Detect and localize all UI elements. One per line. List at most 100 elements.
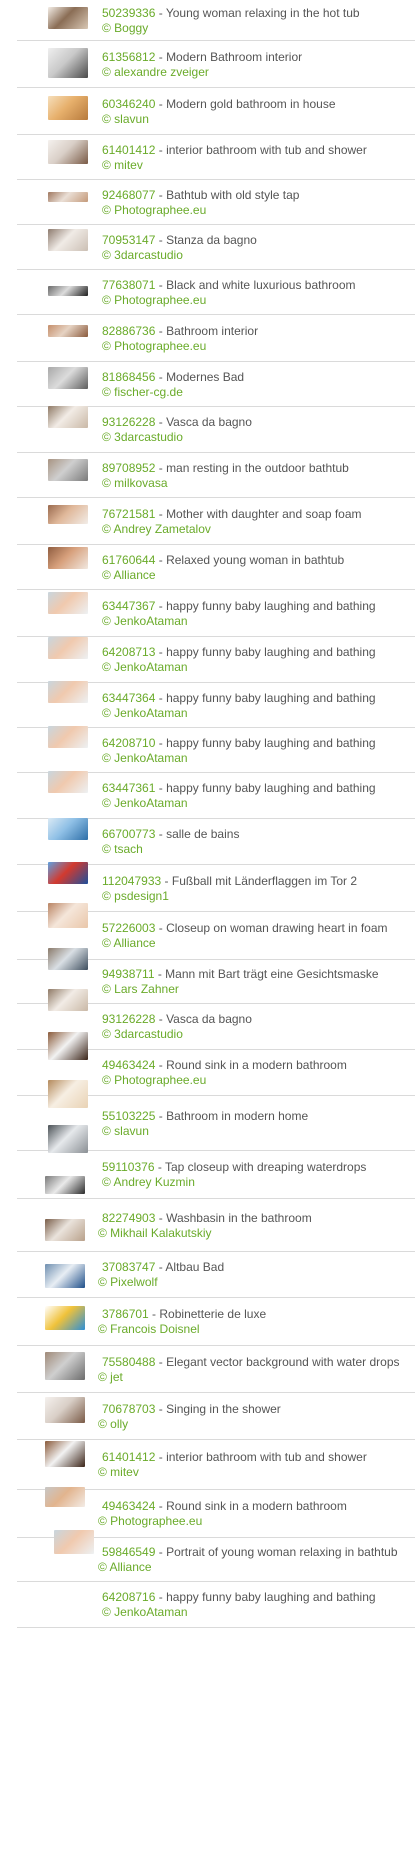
round-sink-thumbnail[interactable] bbox=[48, 1032, 88, 1060]
image-credit[interactable]: © fischer-cg.de bbox=[102, 385, 407, 400]
image-credit[interactable]: © mitev bbox=[98, 1465, 407, 1480]
result-title-line[interactable]: 50239336 - Young woman relaxing in the h… bbox=[102, 6, 407, 21]
image-id[interactable]: 81868456 bbox=[102, 370, 155, 384]
image-credit[interactable]: © Mikhail Kalakutskiy bbox=[98, 1226, 407, 1241]
result-title-line[interactable]: 112047933 - Fußball mit Länderflaggen im… bbox=[102, 874, 407, 889]
image-title[interactable]: Robinetterie de luxe bbox=[159, 1307, 266, 1321]
image-title[interactable]: Bathroom in modern home bbox=[166, 1109, 308, 1123]
image-title[interactable]: happy funny baby laughing and bathing bbox=[166, 645, 376, 659]
result-item[interactable]: 63447361 - happy funny baby laughing and… bbox=[17, 771, 415, 819]
image-credit[interactable]: © JenkoAtaman bbox=[102, 660, 407, 675]
result-title-line[interactable]: 55103225 - Bathroom in modern home bbox=[102, 1109, 407, 1124]
image-title[interactable]: Portrait of young woman relaxing in bath… bbox=[166, 1545, 397, 1559]
image-title[interactable]: Stanza da bagno bbox=[166, 233, 257, 247]
result-title-line[interactable]: 49463424 - Round sink in a modern bathro… bbox=[102, 1058, 407, 1073]
tap-closeup-thumbnail[interactable] bbox=[48, 1125, 88, 1153]
result-title-line[interactable]: 59110376 - Tap closeup with dreaping wat… bbox=[102, 1160, 407, 1175]
result-item[interactable]: 82886736 - Bathroom interior © Photograph… bbox=[17, 315, 415, 362]
image-id[interactable]: 63447361 bbox=[102, 781, 155, 795]
salle-de-bains-thumbnail[interactable] bbox=[48, 818, 88, 840]
image-title[interactable]: salle de bains bbox=[166, 827, 239, 841]
result-title-line[interactable]: 61401412 - interior bathroom with tub an… bbox=[102, 1450, 407, 1465]
image-id[interactable]: 92468077 bbox=[102, 188, 155, 202]
washbasin-thumbnail[interactable] bbox=[45, 1176, 85, 1194]
result-item[interactable]: 64208713 - happy funny baby laughing and… bbox=[17, 637, 415, 683]
image-credit[interactable]: © mitev bbox=[102, 158, 407, 173]
image-credit[interactable]: © Photographee.eu bbox=[102, 1073, 407, 1088]
gold-bathroom-thumbnail[interactable] bbox=[48, 96, 88, 120]
image-id[interactable]: 61401412 bbox=[102, 1450, 155, 1464]
bathroom-tub-shower-thumbnail[interactable] bbox=[48, 140, 88, 164]
image-id[interactable]: 77638071 bbox=[102, 278, 155, 292]
result-item[interactable]: 64208710 - happy funny baby laughing and… bbox=[17, 726, 415, 773]
woman-hot-tub-thumbnail[interactable] bbox=[48, 7, 88, 29]
man-beard-mask-thumbnail[interactable] bbox=[48, 948, 88, 970]
image-credit[interactable]: © olly bbox=[98, 1417, 407, 1432]
image-id[interactable]: 63447364 bbox=[102, 691, 155, 705]
image-title[interactable]: Bathtub with old style tap bbox=[166, 188, 299, 202]
image-credit[interactable]: © JenkoAtaman bbox=[102, 1605, 407, 1620]
image-title[interactable]: Closeup on woman drawing heart in foam bbox=[166, 921, 387, 935]
result-title-line[interactable]: 93126228 - Vasca da bagno bbox=[102, 415, 407, 430]
image-title[interactable]: Young woman relaxing in the hot tub bbox=[166, 6, 360, 20]
image-title[interactable]: happy funny baby laughing and bathing bbox=[166, 599, 376, 613]
result-item[interactable]: 63447367 - happy funny baby laughing and… bbox=[17, 590, 415, 637]
image-id[interactable]: 64208716 bbox=[102, 1590, 155, 1604]
image-title[interactable]: interior bathroom with tub and shower bbox=[166, 1450, 367, 1464]
image-id[interactable]: 49463424 bbox=[102, 1499, 155, 1513]
result-title-line[interactable]: 63447361 - happy funny baby laughing and… bbox=[102, 781, 407, 796]
round-sink-thumbnail[interactable] bbox=[45, 1441, 85, 1467]
image-id[interactable]: 66700773 bbox=[102, 827, 155, 841]
image-credit[interactable]: © slavun bbox=[102, 1124, 407, 1139]
image-title[interactable]: Round sink in a modern bathroom bbox=[166, 1499, 347, 1513]
image-id[interactable]: 55103225 bbox=[102, 1109, 155, 1123]
image-title[interactable]: happy funny baby laughing and bathing bbox=[166, 691, 376, 705]
image-title[interactable]: happy funny baby laughing and bathing bbox=[166, 736, 376, 750]
result-item[interactable]: 77638071 - Black and white luxurious bat… bbox=[17, 270, 415, 315]
image-credit[interactable]: © Alliance bbox=[102, 936, 407, 951]
baby-bathing-thumbnail[interactable] bbox=[54, 1530, 94, 1554]
vector-water-drops-thumbnail[interactable] bbox=[45, 1306, 85, 1330]
modernes-bad-thumbnail[interactable] bbox=[48, 367, 88, 389]
image-id[interactable]: 3786701 bbox=[102, 1307, 149, 1321]
black-white-bathroom-thumbnail[interactable] bbox=[48, 286, 88, 296]
image-credit[interactable]: © psdesign1 bbox=[102, 889, 407, 904]
result-item[interactable]: 61760644 - Relaxed young woman in bathtu… bbox=[17, 545, 415, 590]
image-id[interactable]: 63447367 bbox=[102, 599, 155, 613]
bathtub-tap-thumbnail[interactable] bbox=[48, 192, 88, 202]
image-title[interactable]: Black and white luxurious bathroom bbox=[166, 278, 355, 292]
result-title-line[interactable]: 89708952 - man resting in the outdoor ba… bbox=[102, 461, 407, 476]
result-title-line[interactable]: 70953147 - Stanza da bagno bbox=[102, 233, 407, 248]
result-item[interactable]: 89708952 - man resting in the outdoor ba… bbox=[17, 453, 415, 498]
image-id[interactable]: 64208713 bbox=[102, 645, 155, 659]
stanza-da-bagno-thumbnail[interactable] bbox=[48, 229, 88, 251]
image-credit[interactable]: © Francois Doisnel bbox=[98, 1322, 407, 1337]
image-credit[interactable]: © Andrey Kuzmin bbox=[102, 1175, 407, 1190]
image-id[interactable]: 37083747 bbox=[102, 1260, 155, 1274]
image-credit[interactable]: © JenkoAtaman bbox=[102, 796, 407, 811]
baby-bathing-thumbnail[interactable] bbox=[48, 637, 88, 659]
result-title-line[interactable]: 37083747 - Altbau Bad bbox=[102, 1260, 407, 1275]
result-item[interactable]: 60346240 - Modern gold bathroom in house… bbox=[17, 88, 415, 135]
image-title[interactable]: Modernes Bad bbox=[166, 370, 244, 384]
image-title[interactable]: Bathroom interior bbox=[166, 324, 258, 338]
woman-heart-foam-thumbnail[interactable] bbox=[48, 903, 88, 928]
result-title-line[interactable]: 64208713 - happy funny baby laughing and… bbox=[102, 645, 407, 660]
result-item[interactable]: 61401412 - interior bathroom with tub an… bbox=[17, 135, 415, 180]
result-title-line[interactable]: 57226003 - Closeup on woman drawing hear… bbox=[102, 921, 407, 936]
image-title[interactable]: Altbau Bad bbox=[165, 1260, 224, 1274]
image-id[interactable]: 59110376 bbox=[102, 1160, 155, 1174]
image-title[interactable]: Singing in the shower bbox=[166, 1402, 281, 1416]
image-credit[interactable]: © Photographee.eu bbox=[102, 293, 407, 308]
image-credit[interactable]: © JenkoAtaman bbox=[102, 706, 407, 721]
result-item[interactable]: 50239336 - Young woman relaxing in the h… bbox=[17, 0, 415, 41]
image-id[interactable]: 82274903 bbox=[102, 1211, 155, 1225]
result-title-line[interactable]: 3786701 - Robinetterie de luxe bbox=[102, 1307, 407, 1322]
image-title[interactable]: Elegant vector background with water dro… bbox=[166, 1355, 399, 1369]
image-credit[interactable]: © milkovasa bbox=[102, 476, 407, 491]
result-title-line[interactable]: 70678703 - Singing in the shower bbox=[102, 1402, 407, 1417]
result-title-line[interactable]: 82274903 - Washbasin in the bathroom bbox=[102, 1211, 407, 1226]
image-title[interactable]: Tap closeup with dreaping waterdrops bbox=[165, 1160, 366, 1174]
image-id[interactable]: 76721581 bbox=[102, 507, 155, 521]
image-credit[interactable]: © Photographee.eu bbox=[102, 339, 407, 354]
